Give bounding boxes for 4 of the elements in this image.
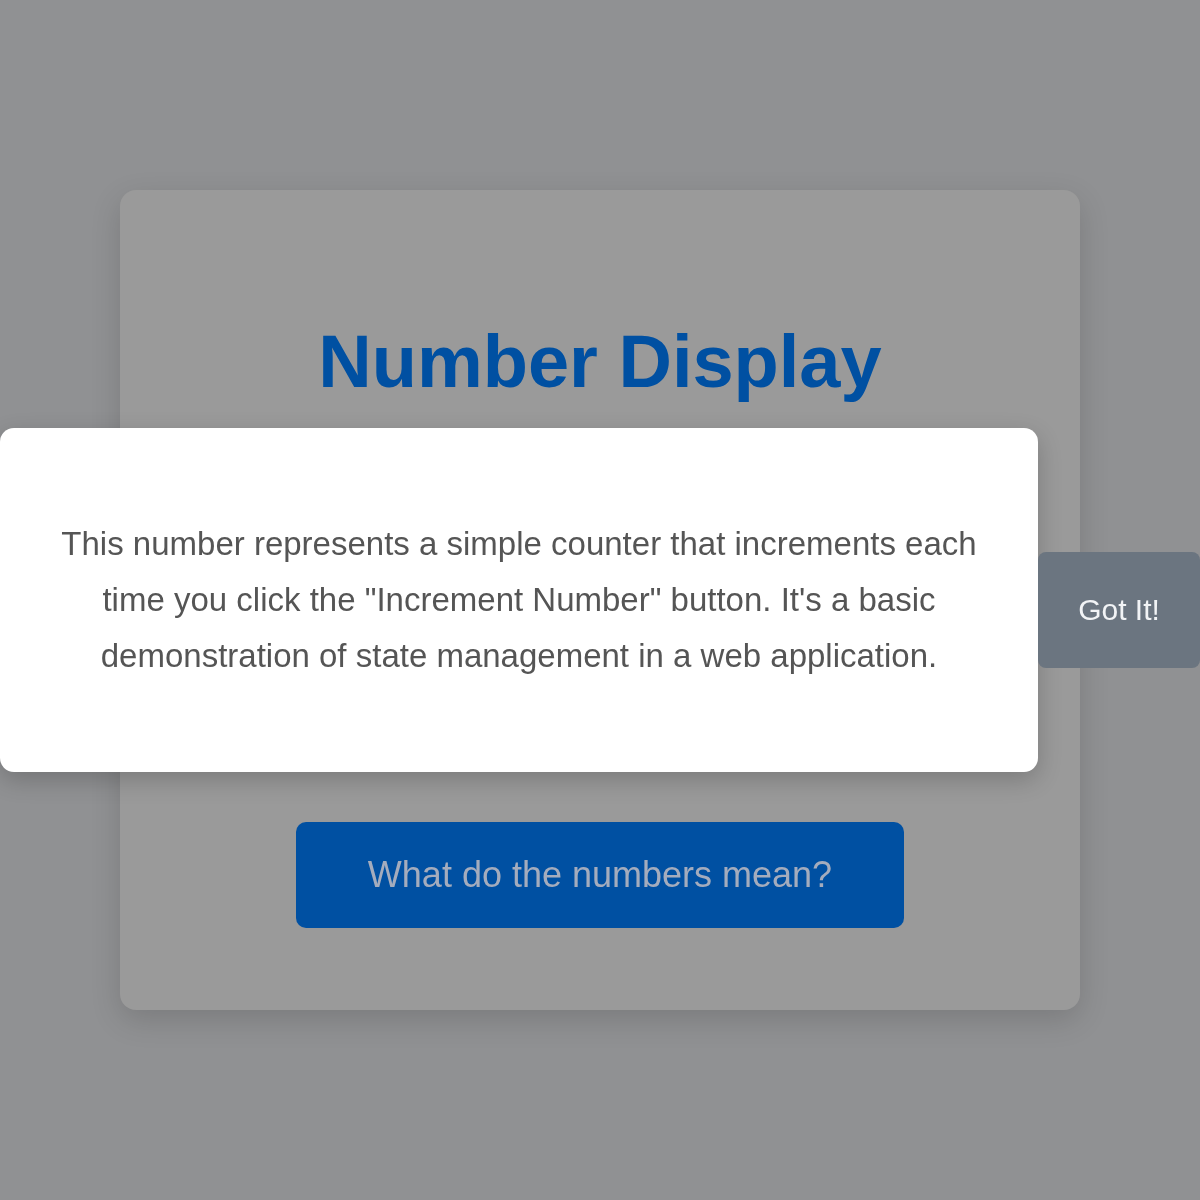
got-it-button[interactable]: Got It! — [1038, 552, 1200, 668]
card-title: Number Display — [317, 319, 883, 405]
info-button[interactable]: What do the numbers mean? — [296, 821, 904, 928]
dialog-text: This number represents a simple counter that increments each time you click the "Increment Number" button. It's a basic demonstration of state management in a web application. — [60, 524, 978, 676]
